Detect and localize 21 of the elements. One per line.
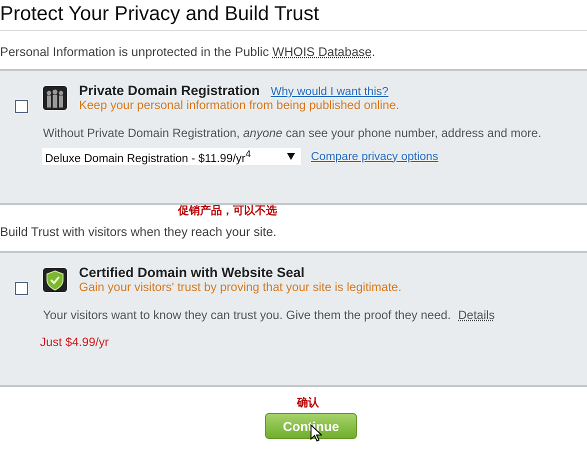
people-icon	[43, 86, 67, 110]
page-title: Protect Your Privacy and Build Trust	[0, 2, 320, 27]
offer-tagline: Gain your visitors' trust by proving that your site is legitimate.	[79, 280, 402, 294]
offer-tagline: Keep your personal information from being published online.	[79, 98, 400, 112]
info-link[interactable]: Why would I want this?	[270, 86, 388, 98]
details-link[interactable]: Details	[458, 308, 495, 322]
offer-title: Certified Domain with Website Seal	[79, 265, 305, 280]
plan-dropdown[interactable]: Deluxe Domain Registration - $11.99/yr$^{4}$	[42, 148, 301, 165]
intro-text: Personal Information is unprotected in the Public WHOIS Database.	[0, 45, 376, 59]
price-text: Just $4.99/yr	[40, 335, 110, 349]
annotation-text: 确认	[297, 396, 320, 410]
intro-text: Build Trust with visitors when they reach your site.	[0, 224, 278, 241]
compare-link[interactable]: Compare privacy options	[311, 150, 438, 162]
offer-description: Your visitors want to know they can trust you. Give them the proof they need.	[43, 308, 451, 322]
offer-title: Private Domain Registration	[79, 83, 260, 98]
shield-icon	[43, 268, 67, 292]
checkbox[interactable]	[15, 282, 28, 295]
annotation-text: 促销产品，可以不选	[178, 205, 278, 218]
checkbox[interactable]	[15, 100, 28, 113]
offer-description: Without Private Domain Registration, anyone can see your phone number, address and more.	[43, 126, 542, 140]
whois-link[interactable]: WHOIS Database	[272, 45, 372, 59]
